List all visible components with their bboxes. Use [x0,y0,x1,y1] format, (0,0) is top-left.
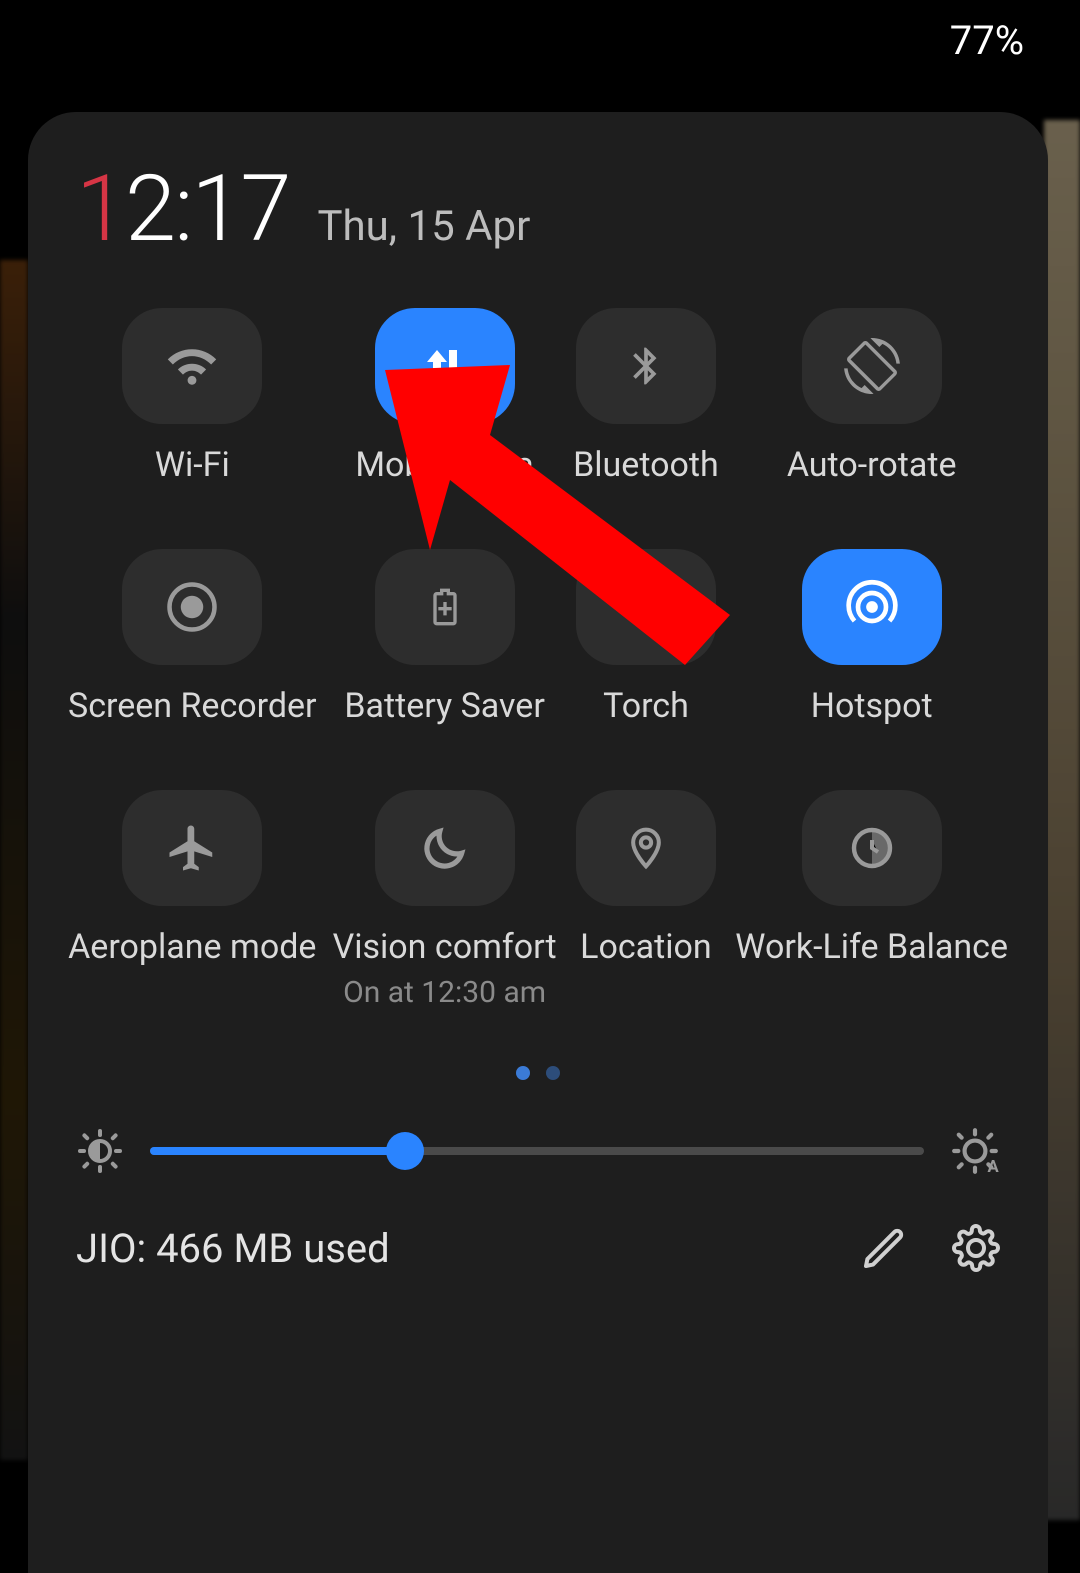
panel-footer: JIO: 466 MB used [68,1224,1008,1272]
clock-date: Thu, 15 Apr [317,202,530,251]
auto-rotate-icon [844,338,900,394]
tile-hotspot: Hotspot [735,549,1008,726]
page-indicator [68,1066,1008,1080]
tile-wifi: Wi-Fi [68,308,317,485]
tile-vision-comfort: Vision comfort On at 12:30 am [333,790,557,1010]
tile-battery-saver: Battery Saver [333,549,557,726]
settings-button[interactable] [952,1224,1000,1272]
hotspot-label: Hotspot [811,687,933,726]
wallpaper-blur-left [0,260,28,1460]
pencil-icon [860,1224,908,1272]
clock-hour-accent: 1 [76,156,125,263]
tile-location: Location [573,790,720,1010]
quick-settings-panel: 12:17 Thu, 15 Apr Wi-Fi Mobile data Blue… [28,112,1048,1573]
brightness-fill [150,1147,405,1155]
vision-comfort-button[interactable] [375,790,515,906]
torch-label: Torch [603,687,689,726]
page-dot-1 [516,1066,530,1080]
brightness-thumb[interactable] [386,1132,424,1170]
bluetooth-icon [624,339,668,393]
screen-recorder-label: Screen Recorder [68,687,317,726]
tile-screen-recorder: Screen Recorder [68,549,317,726]
mobile-data-icon [421,342,469,390]
clock-rest: 2:17 [125,156,289,263]
battery-percent: 77% [950,17,1024,64]
aeroplane-button[interactable] [122,790,262,906]
brightness-row: A [68,1126,1008,1176]
clock-time: 12:17 [76,164,289,256]
tile-mobile-data: Mobile data [333,308,557,485]
tile-torch: Torch [573,549,720,726]
brightness-low-icon [76,1127,124,1175]
torch-button[interactable] [576,549,716,665]
battery-saver-label: Battery Saver [344,687,545,726]
location-pin-icon [624,820,668,876]
data-usage-text[interactable]: JIO: 466 MB used [76,1225,860,1272]
tile-work-life: Work-Life Balance [735,790,1008,1010]
brightness-auto-icon[interactable]: A [950,1126,1000,1176]
tiles-grid: Wi-Fi Mobile data Bluetooth Auto-rotate [68,308,1008,1010]
airplane-icon [165,821,219,875]
tile-bluetooth: Bluetooth [573,308,720,485]
battery-plus-icon [425,579,465,635]
wifi-label: Wi-Fi [155,446,230,485]
bluetooth-button[interactable] [576,308,716,424]
battery-saver-button[interactable] [375,549,515,665]
vision-comfort-label: Vision comfort [333,928,557,967]
wifi-button[interactable] [122,308,262,424]
clock-row: 12:17 Thu, 15 Apr [76,164,1008,256]
bluetooth-label: Bluetooth [573,446,719,485]
gear-icon [952,1224,1000,1272]
vision-comfort-sublabel: On at 12:30 am [343,975,546,1010]
svg-text:A: A [988,1158,1000,1176]
edit-button[interactable] [860,1224,908,1272]
location-label: Location [580,928,712,967]
mobile-data-label: Mobile data [355,446,533,485]
brightness-slider[interactable] [150,1147,924,1155]
location-button[interactable] [576,790,716,906]
screen-recorder-button[interactable] [122,549,262,665]
hotspot-button[interactable] [802,549,942,665]
torch-icon [624,579,668,635]
page-dot-2 [546,1066,560,1080]
hotspot-icon [844,579,900,635]
work-life-button[interactable] [802,790,942,906]
tile-aeroplane: Aeroplane mode [68,790,317,1010]
work-life-icon [848,824,896,872]
status-bar: 77% [0,0,1080,80]
auto-rotate-label: Auto-rotate [787,446,957,485]
wifi-icon [163,344,221,388]
wallpaper-blur-right [1044,120,1080,1520]
work-life-label: Work-Life Balance [735,928,1008,967]
mobile-data-button[interactable] [375,308,515,424]
tile-auto-rotate: Auto-rotate [735,308,1008,485]
auto-rotate-button[interactable] [802,308,942,424]
moon-icon [420,823,470,873]
aeroplane-label: Aeroplane mode [68,928,316,967]
record-icon [165,580,219,634]
